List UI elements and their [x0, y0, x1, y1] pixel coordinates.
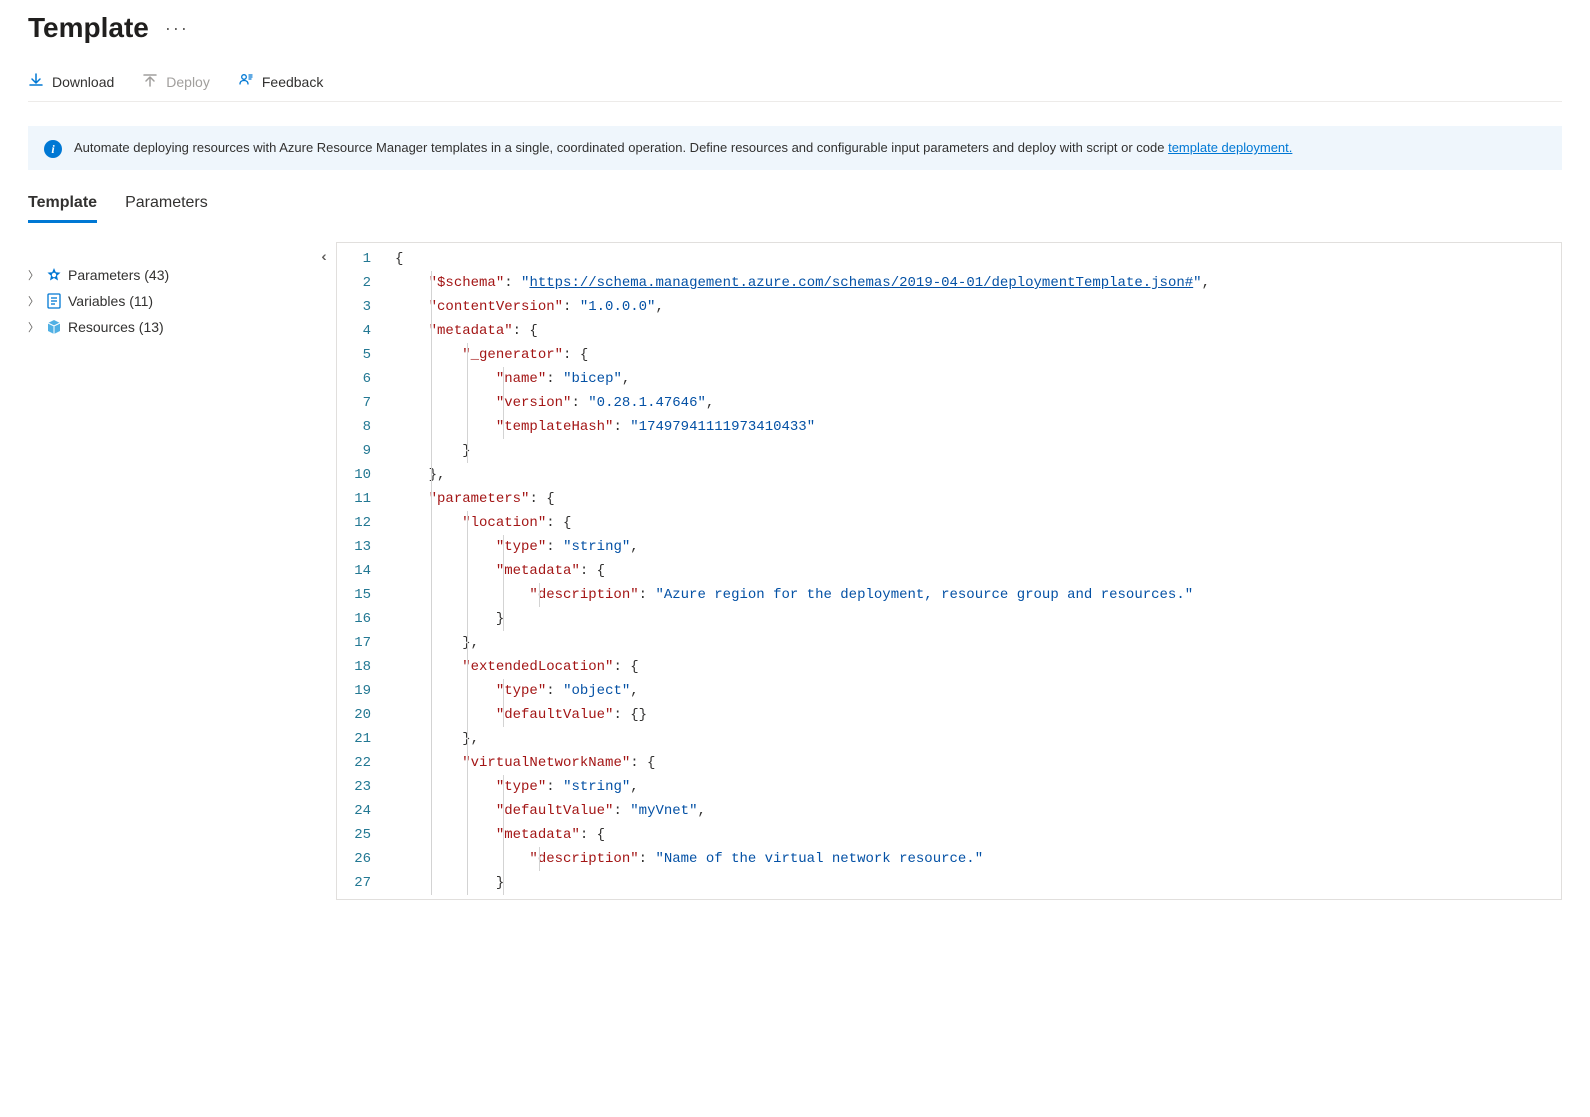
collapse-panel-icon[interactable]: ‹‹	[321, 248, 322, 900]
line-gutter: 1234567891011121314151617181920212223242…	[337, 243, 387, 899]
resources-icon	[46, 319, 62, 335]
tab-parameters[interactable]: Parameters	[125, 194, 208, 223]
feedback-button[interactable]: Feedback	[238, 72, 323, 91]
variables-icon	[46, 293, 62, 309]
toolbar: Download Deploy Feedback	[28, 72, 1562, 102]
tree-resources-label: Resources (13)	[68, 319, 164, 335]
page-title: Template	[28, 12, 149, 44]
chevron-right-icon: 〉	[28, 319, 40, 335]
code-body[interactable]: { "$schema": "https://schema.management.…	[387, 243, 1561, 899]
deploy-icon	[142, 72, 158, 91]
info-text: Automate deploying resources with Azure …	[74, 138, 1292, 158]
tab-template[interactable]: Template	[28, 194, 97, 223]
tree-item-parameters[interactable]: 〉 Parameters (43)	[28, 262, 308, 288]
feedback-icon	[238, 72, 254, 91]
chevron-right-icon: 〉	[28, 293, 40, 309]
parameters-icon	[46, 267, 62, 283]
deploy-label: Deploy	[166, 74, 210, 90]
info-icon: i	[44, 140, 62, 158]
feedback-label: Feedback	[262, 74, 323, 90]
tree-parameters-label: Parameters (43)	[68, 267, 169, 283]
code-editor[interactable]: 1234567891011121314151617181920212223242…	[336, 242, 1562, 900]
download-icon	[28, 72, 44, 91]
info-banner: i Automate deploying resources with Azur…	[28, 126, 1562, 170]
tree-item-variables[interactable]: 〉 Variables (11)	[28, 288, 308, 314]
template-deployment-link[interactable]: template deployment.	[1168, 140, 1292, 155]
deploy-button: Deploy	[142, 72, 210, 91]
tree-variables-label: Variables (11)	[68, 293, 153, 309]
chevron-right-icon: 〉	[28, 267, 40, 283]
tree-panel: 〉 Parameters (43) 〉 Variables (11) 〉 Res…	[28, 242, 308, 900]
tabs: Template Parameters	[28, 194, 1562, 224]
download-label: Download	[52, 74, 114, 90]
download-button[interactable]: Download	[28, 72, 114, 91]
info-message: Automate deploying resources with Azure …	[74, 140, 1168, 155]
tree-item-resources[interactable]: 〉 Resources (13)	[28, 314, 308, 340]
more-icon[interactable]: ···	[165, 18, 189, 39]
